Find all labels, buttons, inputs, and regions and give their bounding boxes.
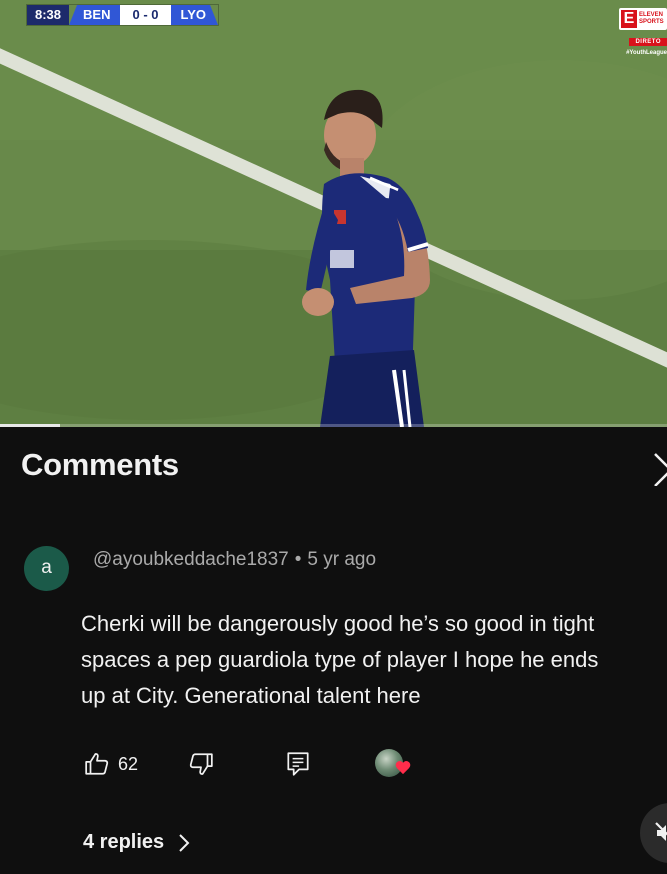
comment-text-line: Cherki will be dangerously good he’s so … [81,611,595,636]
player-figure [302,89,430,427]
broadcast-hashtag: #YouthLeague [626,50,667,56]
dislike-button[interactable] [188,747,214,781]
video-progress-fill [0,424,61,427]
replies-label: 4 replies [83,831,165,853]
comment-meta: @ayoubkeddache1837 • 5 yr ago [93,549,376,571]
creator-heart-badge [375,747,413,781]
broadcaster-logo-letter: E [621,10,637,28]
thumb-down-icon [189,753,213,775]
mute-icon [655,822,667,841]
chevron-right-icon [179,833,190,852]
match-score: 0 - 0 [120,5,171,25]
close-icon [654,453,667,487]
broadcaster-logo-box: E ELEVEN SPORTS [619,8,667,30]
home-team: BEN [69,5,121,25]
video-player[interactable]: 8:38 BEN 0 - 0 LYO E ELEVEN SPORTS DIRET… [0,0,667,427]
match-clock: 8:38 [27,5,70,25]
comment-text: Cherki will be dangerously good he’s so … [81,606,656,714]
thumb-up-icon [85,753,109,775]
meta-separator: • [294,549,302,570]
broadcaster-logo-text: ELEVEN SPORTS [639,12,664,25]
comment-time: 5 yr ago [307,549,377,570]
comment-text-line: spaces a pep guardiola type of player I … [81,647,599,672]
avatar[interactable]: a [24,546,69,591]
like-button[interactable]: 62 [84,747,138,781]
comment-icon [287,752,309,776]
close-button[interactable] [651,450,667,487]
broadcaster-logo: E ELEVEN SPORTS DIRETO #YouthLeague [617,8,667,56]
reply-button[interactable] [285,747,311,781]
mute-button[interactable] [640,803,667,863]
live-tag: DIRETO [629,38,667,46]
comment-text-line: up at City. Generational talent here [81,683,421,708]
scoreboard: 8:38 BEN 0 - 0 LYO [27,5,218,25]
comments-title: Comments [21,447,179,482]
away-team: LYO [171,5,219,25]
creator-heart-icon [395,760,411,775]
like-count: 62 [118,753,139,774]
comment-author[interactable]: @ayoubkeddache1837 [93,549,289,570]
video-progress-bar[interactable] [0,424,667,427]
replies-button[interactable]: 4 replies [83,831,190,854]
